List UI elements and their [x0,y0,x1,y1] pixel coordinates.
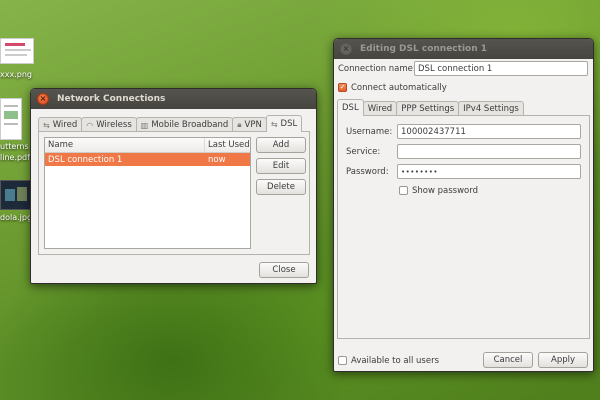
tab-wireless[interactable]: ◠ Wireless [81,117,137,132]
image-thumbnail [0,38,34,64]
desktop-icon-label: dola.jpg [0,213,33,222]
tab-dsl[interactable]: DSL [337,99,364,116]
network-connections-window: × Network Connections ⇆ Wired ◠ Wireless… [30,88,317,284]
tab-ppp-settings[interactable]: PPP Settings [396,101,460,116]
image-thumbnail [0,180,32,210]
table-row[interactable]: DSL connection 1 now [45,153,250,166]
settings-tabs: DSL Wired PPP Settings IPv4 Settings [337,99,524,116]
tab-wired[interactable]: Wired [362,101,398,116]
available-to-all-users-checkbox[interactable] [338,356,347,365]
show-password-label[interactable]: Show password [412,186,478,196]
edit-connection-window: × Editing DSL connection 1 Connection na… [333,38,594,372]
tab-label: VPN [244,120,262,130]
network-connections-titlebar[interactable]: × Network Connections [31,89,316,109]
tab-label: Wired [367,104,393,114]
delete-button[interactable]: Delete [256,179,306,195]
service-input[interactable] [397,144,581,159]
password-input[interactable]: •••••••• [397,164,581,179]
connections-list[interactable]: Name Last Used DSL connection 1 now [44,137,251,249]
network-wired-icon: ⇆ [43,120,50,130]
tab-wired[interactable]: ⇆ Wired [38,117,83,132]
username-label: Username: [346,127,393,137]
desktop-icon-label: utterns i [0,142,34,151]
connection-name-label: Connection name: [338,64,416,74]
window-title: Editing DSL connection 1 [360,44,488,54]
close-icon[interactable]: × [340,43,352,55]
mobile-broadband-icon: ▥ [140,120,149,130]
edit-connection-titlebar[interactable]: × Editing DSL connection 1 [334,39,593,59]
lock-icon: 🔒︎ [237,120,242,129]
service-label: Service: [346,147,381,157]
connection-name-input[interactable]: DSL connection 1 [414,61,588,76]
dsl-tab-panel: Name Last Used DSL connection 1 now Add … [38,131,310,255]
row-last-used: now [208,154,226,165]
tab-label: PPP Settings [401,104,455,114]
tab-dsl[interactable]: ⇆ DSL [265,115,303,132]
wireless-icon: ◠ [86,120,94,130]
dsl-icon: ⇆ [270,119,278,129]
window-title: Network Connections [57,94,166,104]
desktop-icon-label: line.pdf [0,153,30,162]
tab-mobile-broadband[interactable]: ▥ Mobile Broadband [135,117,234,132]
list-header: Name Last Used [45,138,250,153]
tab-label: Mobile Broadband [151,120,229,130]
tab-ipv4-settings[interactable]: IPv4 Settings [458,101,524,116]
available-to-all-users-label[interactable]: Available to all users [351,356,439,366]
desktop-icon-label: xxx.png [0,70,32,79]
apply-button[interactable]: Apply [538,352,588,368]
column-header-name[interactable]: Name [45,138,205,152]
tab-label: Wired [52,120,78,130]
tab-label: DSL [342,103,359,113]
show-password-checkbox[interactable] [399,186,408,195]
connect-automatically-checkbox[interactable]: ✓ [338,83,347,92]
add-button[interactable]: Add [256,137,306,153]
username-input[interactable]: 100002437711 [397,124,581,139]
connect-automatically-label[interactable]: Connect automatically [351,83,447,93]
tab-label: IPv4 Settings [463,104,519,114]
row-name: DSL connection 1 [48,154,123,165]
cancel-button[interactable]: Cancel [483,352,533,368]
pdf-thumbnail [0,98,22,140]
password-label: Password: [346,167,389,177]
tab-label: DSL [280,119,298,129]
close-icon[interactable]: × [37,93,49,105]
tab-label: Wireless [96,120,132,130]
connection-type-tabs: ⇆ Wired ◠ Wireless ▥ Mobile Broadband 🔒︎… [38,115,303,132]
dsl-settings-panel: Username: 100002437711 Service: Password… [337,115,590,339]
tab-vpn[interactable]: 🔒︎ VPN [232,117,267,132]
close-button[interactable]: Close [259,262,309,278]
column-header-last-used[interactable]: Last Used [205,138,250,152]
edit-button[interactable]: Edit [256,158,306,174]
